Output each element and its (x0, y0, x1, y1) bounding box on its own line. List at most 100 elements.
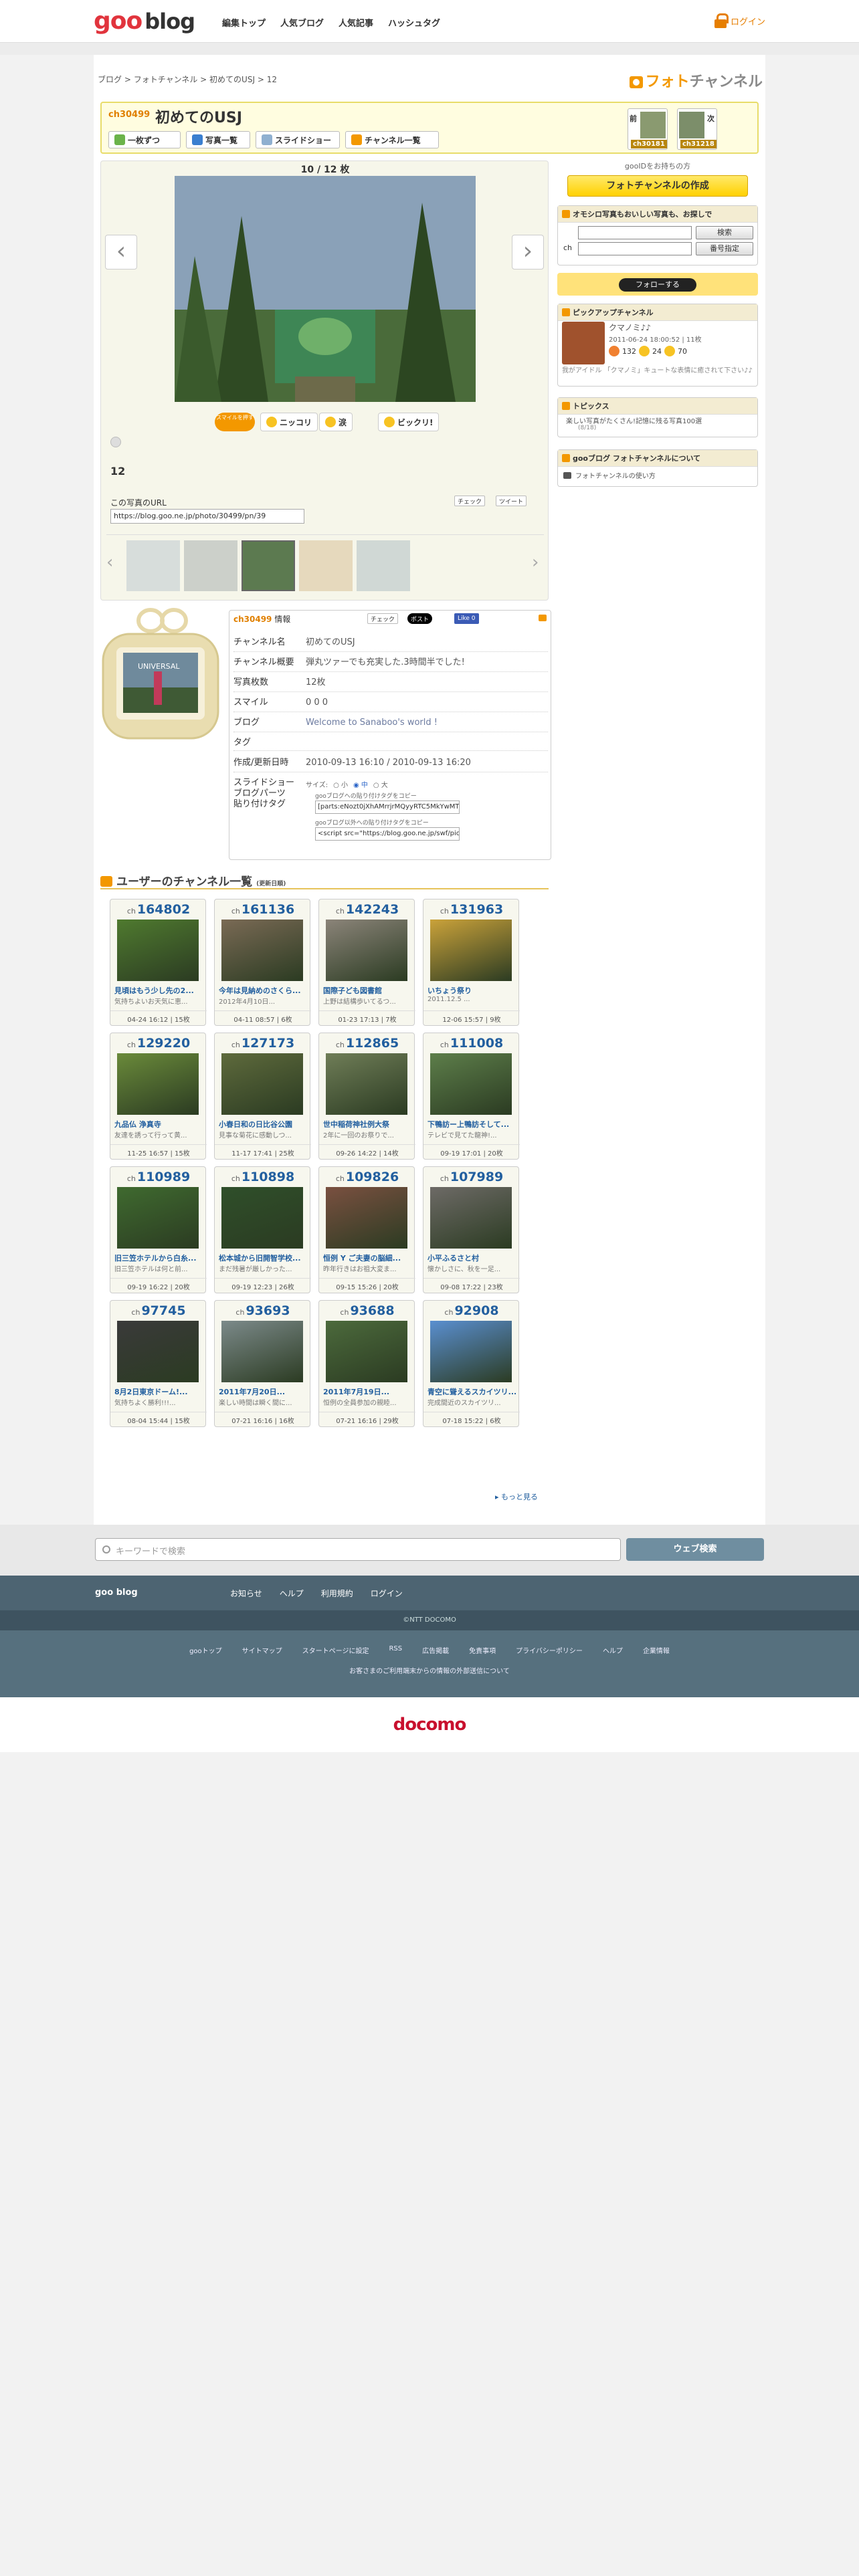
channel-card-title[interactable]: 見頃はもう少し先の2... (114, 985, 203, 996)
channel-card-title[interactable]: いちょう祭り (427, 985, 516, 996)
channel-card-thumbnail[interactable] (221, 1321, 303, 1382)
check-button[interactable]: チェック (454, 496, 486, 506)
channel-search-input[interactable] (578, 226, 692, 239)
channel-card-thumbnail[interactable] (326, 1321, 407, 1382)
channel-card[interactable]: ch 111008 下鴨訪ー上鴨訪そして... テレビで見てた龍神!... 09-19 … (423, 1033, 520, 1160)
mail-icon[interactable] (539, 615, 547, 621)
channel-card-thumbnail[interactable] (326, 1053, 407, 1115)
channel-card-title[interactable]: 旧三笠ホテルから白糸... (114, 1253, 203, 1263)
channel-card-number[interactable]: ch 93688 (319, 1303, 415, 1318)
channel-list-button[interactable]: チャンネル一覧 (345, 131, 439, 148)
goo-tag-field[interactable]: [parts:eNozt0jXhAMrrjrMQyyRTC5MkYwMT (315, 800, 460, 814)
surprise-button[interactable]: ビックリ! (378, 413, 440, 431)
channel-card-thumbnail[interactable] (117, 1321, 199, 1382)
channel-card-number[interactable]: ch 131963 (423, 902, 520, 917)
channel-card-number[interactable]: ch 97745 (110, 1303, 207, 1318)
copy-goo-tag-link[interactable]: gooブログへの貼り付けタグをコピー (315, 791, 417, 800)
footer-help[interactable]: ヘルプ (603, 1645, 623, 1655)
footer-help-link[interactable]: ヘルプ (280, 1588, 304, 1599)
channel-card-thumbnail[interactable] (326, 1187, 407, 1249)
channel-card-number[interactable]: ch 161136 (215, 902, 311, 917)
channel-card-title[interactable]: 青空に聳えるスカイツリ... (427, 1386, 516, 1397)
channel-card-number[interactable]: ch 111008 (423, 1036, 520, 1051)
other-tag-field[interactable]: <script src="https://blog.goo.ne.jp/swf/… (315, 827, 460, 841)
breadcrumb-blog[interactable]: ブログ (98, 75, 122, 84)
channel-card[interactable]: ch 142243 国際子ども図書館 上野は結構歩いてるつ... 01-23 17:13… (318, 899, 415, 1026)
channel-card-title[interactable]: 世中稲荷神社例大祭 (323, 1119, 411, 1130)
photo-url-field[interactable]: https://blog.goo.ne.jp/photo/30499/pn/39 (110, 509, 304, 524)
channel-card-number[interactable]: ch 93693 (215, 1303, 311, 1318)
copy-other-tag-link[interactable]: gooブログ以外への貼り付けタグをコピー (315, 818, 429, 827)
tweet-button[interactable]: ツイート (496, 496, 527, 506)
about-link[interactable]: フォトチャンネルの使い方 (563, 470, 656, 480)
breadcrumb-channel[interactable]: 初めてのUSJ (209, 75, 255, 84)
prev-channel-button[interactable]: 前 ch30181 (628, 108, 668, 150)
nav-popular-articles[interactable]: 人気記事 (339, 16, 373, 29)
channel-card-thumbnail[interactable] (430, 1187, 512, 1249)
channel-card-title[interactable]: 国際子ども図書館 (323, 985, 411, 996)
channel-card-thumbnail[interactable] (326, 920, 407, 981)
channel-card-thumbnail[interactable] (221, 920, 303, 981)
channel-card-title[interactable]: 恒例 Y ご夫妻の脳細... (323, 1253, 411, 1263)
search-button[interactable]: 検索 (696, 226, 753, 239)
channel-card-thumbnail[interactable] (221, 1187, 303, 1249)
channel-card[interactable]: ch 161136 今年は見納めのさくら... 2012年4月10日... 04-11 … (214, 899, 311, 1026)
channel-card-thumbnail[interactable] (117, 1053, 199, 1115)
pickup-name[interactable]: クマノミ♪♪ (609, 322, 651, 333)
docomo-logo[interactable]: docomo (0, 1697, 859, 1752)
login-link[interactable]: ログイン (714, 13, 765, 28)
smile-button[interactable]: ニッコリ (260, 413, 318, 431)
thumbnail[interactable] (184, 540, 237, 591)
channel-card-number[interactable]: ch 129220 (110, 1036, 207, 1051)
nav-edit-top[interactable]: 編集トップ (222, 16, 266, 29)
web-search-button[interactable]: ウェブ検索 (626, 1538, 764, 1561)
channel-card[interactable]: ch 129220 九品仏 浄真寺 友達を誘って行って黄... 11-25 16:57 … (110, 1033, 207, 1160)
thumbnail[interactable] (299, 540, 353, 591)
footer-ads[interactable]: 広告掲載 (422, 1645, 449, 1655)
channel-card-number[interactable]: ch 110989 (110, 1170, 207, 1184)
channel-card[interactable]: ch 131963 いちょう祭り 2011.12.5 ... 12-06 15:57 |… (423, 899, 520, 1026)
goo-blog-logo[interactable]: goo blog (94, 7, 195, 36)
nav-hashtag[interactable]: ハッシュタグ (388, 16, 440, 29)
footer-privacy[interactable]: プライバシーポリシー (516, 1645, 583, 1655)
thumbnail[interactable] (126, 540, 180, 591)
thumbnail-current[interactable] (242, 540, 295, 591)
size-large-radio[interactable]: ○ 大 (373, 779, 388, 789)
channel-card[interactable]: ch 112865 世中稲荷神社例大祭 2年に一回のお祭りで... 09-26 14:2… (318, 1033, 415, 1160)
channel-card-title[interactable]: 小平ふるさと村 (427, 1253, 516, 1263)
size-medium-radio[interactable]: ◉ 中 (353, 779, 368, 789)
nav-popular-blog[interactable]: 人気ブログ (280, 16, 324, 29)
prev-photo-button[interactable]: ‹ (105, 235, 137, 270)
footer-disclaimer[interactable]: 免責事項 (469, 1645, 496, 1655)
channel-card-number[interactable]: ch 127173 (215, 1036, 311, 1051)
channel-card-number[interactable]: ch 107989 (423, 1170, 520, 1184)
footer-news-link[interactable]: お知らせ (230, 1588, 262, 1599)
channel-card[interactable]: ch 107989 小平ふるさと村 懐かしさに、秋を一足... 09-08 17:22 … (423, 1166, 520, 1293)
channel-card[interactable]: ch 127173 小春日和の日比谷公園 見事な菊花に感動しつ... 11-17 17:… (214, 1033, 311, 1160)
one-by-one-button[interactable]: 一枚ずつ (108, 131, 181, 148)
follow-button[interactable]: フォローする (619, 278, 696, 292)
footer-login-link[interactable]: ログイン (371, 1588, 403, 1599)
next-photo-button[interactable]: › (512, 235, 544, 270)
chevron-right-icon[interactable]: › (532, 552, 539, 572)
channel-card-number[interactable]: ch 110898 (215, 1170, 311, 1184)
footer-sitemap[interactable]: サイトマップ (242, 1645, 282, 1655)
channel-card-title[interactable]: 8月2日東京ドーム!... (114, 1386, 203, 1397)
channel-card-thumbnail[interactable] (430, 920, 512, 981)
pickup-thumbnail[interactable] (562, 322, 605, 364)
more-link[interactable]: ▸ もっと見る (495, 1491, 538, 1502)
channel-card-number[interactable]: ch 164802 (110, 902, 207, 917)
tears-button[interactable]: 涙 (319, 413, 353, 431)
footer-company[interactable]: 企業情報 (643, 1645, 670, 1655)
slideshow-button[interactable]: スライドショー (256, 131, 340, 148)
footer-rss[interactable]: RSS (389, 1645, 402, 1655)
like-button[interactable]: Like 0 (454, 613, 479, 624)
channel-card-thumbnail[interactable] (430, 1053, 512, 1115)
info-blog-link[interactable]: Welcome to Sanaboo's world ! (306, 718, 438, 728)
channel-card[interactable]: ch 110989 旧三笠ホテルから白糸... 旧三笠ホテルは何と前... 09-19 … (110, 1166, 207, 1293)
x-post-button[interactable]: ポスト (407, 613, 433, 624)
photo-list-button[interactable]: 写真一覧 (186, 131, 250, 148)
channel-card-thumbnail[interactable] (117, 920, 199, 981)
number-search-button[interactable]: 番号指定 (696, 242, 753, 255)
channel-card-number[interactable]: ch 142243 (319, 902, 415, 917)
